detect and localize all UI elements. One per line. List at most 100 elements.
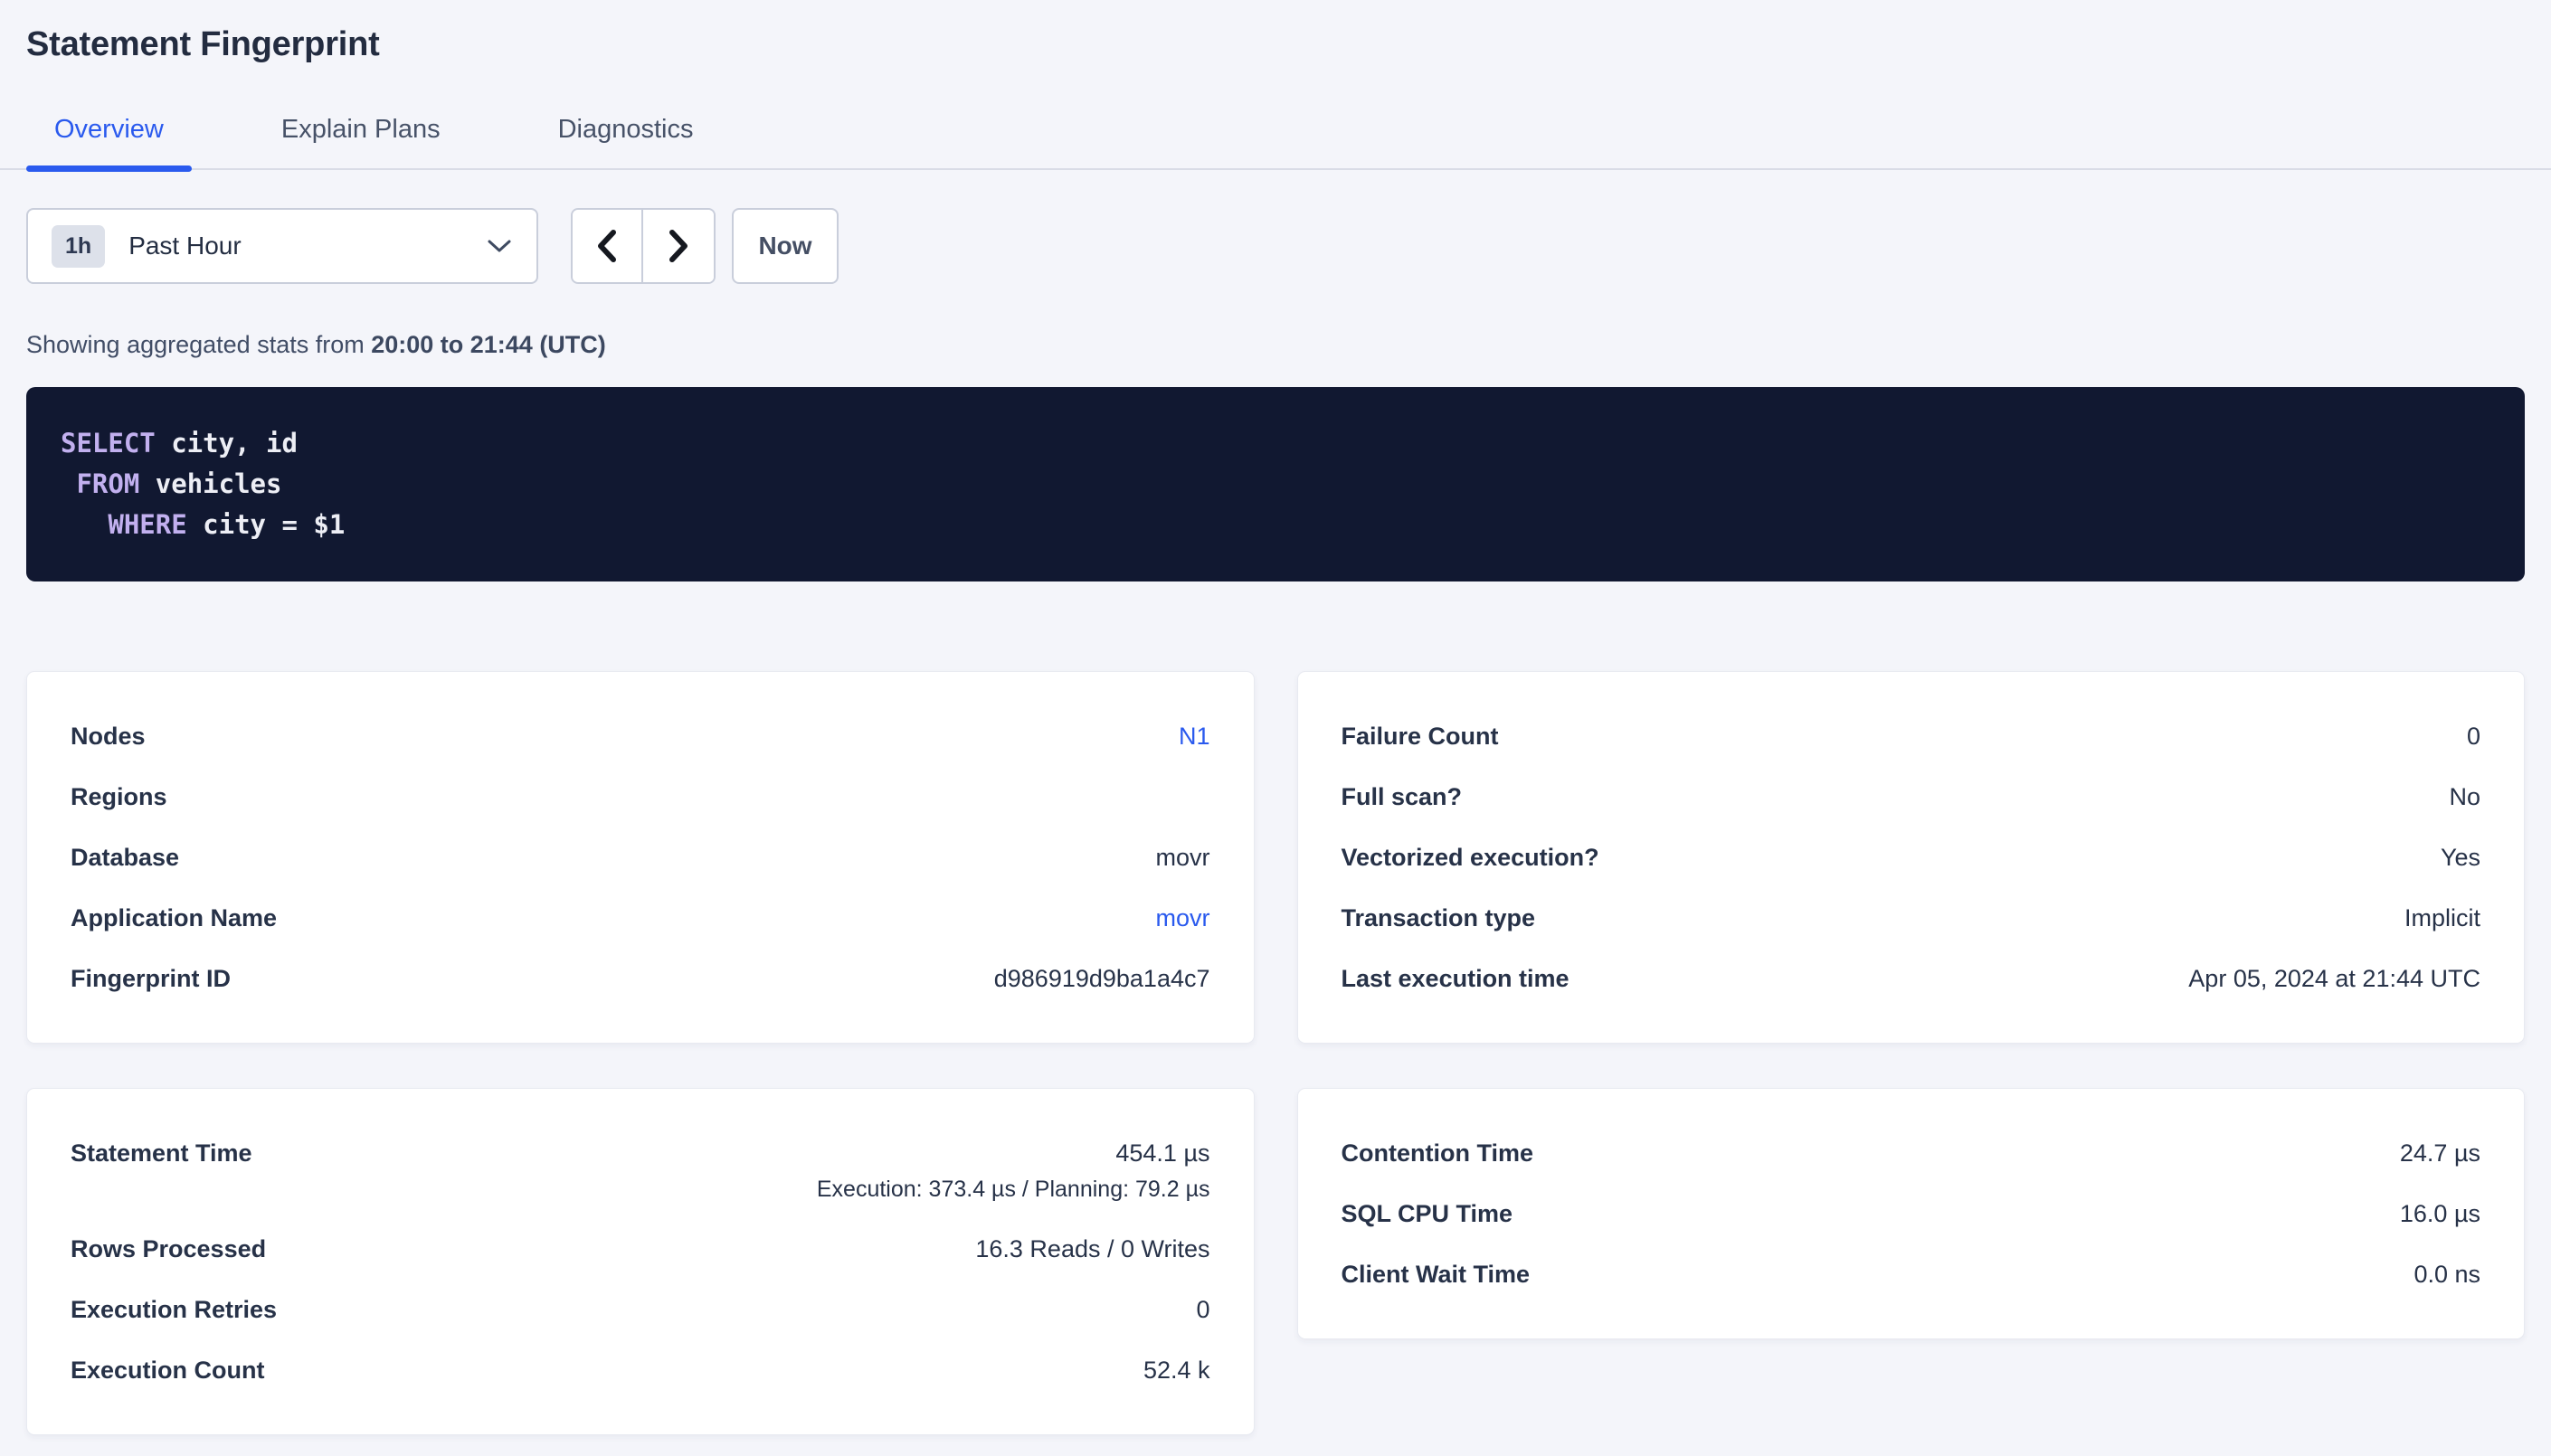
last-execution-time-label: Last execution time <box>1342 963 1606 994</box>
database-value-cell: movr <box>1156 842 1210 873</box>
row-last-execution-time: Last execution time Apr 05, 2024 at 21:44… <box>1342 963 2481 994</box>
row-transaction-type: Transaction type Implicit <box>1342 903 2481 933</box>
failure-count-value: 0 <box>2467 723 2480 750</box>
row-sql-cpu-time: SQL CPU Time 16.0 µs <box>1342 1198 2481 1229</box>
row-rows-processed: Rows Processed16.3 Reads / 0 Writes <box>71 1234 1210 1264</box>
sql-text <box>61 468 76 499</box>
time-interval-arrows <box>571 208 716 284</box>
time-range-label: Past Hour <box>128 232 486 260</box>
transaction-type-value: Implicit <box>2404 904 2480 931</box>
nodes-value-link[interactable]: N1 <box>1179 723 1210 750</box>
sql-keyword: FROM <box>76 468 139 499</box>
statement-details-card: NodesN1RegionsDatabasemovrApplication Na… <box>26 671 1255 1044</box>
previous-time-interval-button[interactable] <box>573 210 643 282</box>
client-wait-time-value-cell: 0.0 ns <box>2413 1259 2480 1290</box>
wait-times-card: Contention Time 24.7 µs SQL CPU Time 16.0 µ… <box>1297 1088 2526 1339</box>
vectorized-execution-value-cell: Yes <box>2441 842 2480 873</box>
row-regions: Regions <box>71 781 1210 812</box>
fingerprint-id-value: d986919d9ba1a4c7 <box>994 965 1210 992</box>
application-name-label: Application Name <box>71 903 313 933</box>
sql-text <box>61 509 108 540</box>
aggregated-stats-prefix: Showing aggregated stats from <box>26 331 371 358</box>
time-range-badge: 1h <box>52 225 105 268</box>
regions-label: Regions <box>71 781 204 812</box>
client-wait-time-label: Client Wait Time <box>1342 1259 1567 1290</box>
last-execution-time-value: Apr 05, 2024 at 21:44 UTC <box>2188 965 2480 992</box>
row-failure-count: Failure Count 0 <box>1342 721 2481 752</box>
row-nodes: Nodes N1 <box>71 721 1210 752</box>
row-vectorized-execution: Vectorized execution? Yes <box>1342 842 2481 873</box>
execution-retries-value-cell: 0 <box>1196 1294 1209 1325</box>
page-title: Statement Fingerprint <box>26 0 2525 65</box>
row-client-wait-time: Client Wait Time 0.0 ns <box>1342 1259 2481 1290</box>
contention-time-value-cell: 24.7 µs <box>2400 1138 2480 1168</box>
summary-cards-grid: NodesN1RegionsDatabasemovrApplication Na… <box>26 671 2525 1435</box>
sql-keyword: SELECT <box>61 428 156 459</box>
fingerprint-id-label: Fingerprint ID <box>71 963 267 994</box>
statement-times-card: Statement Time 454.1 µs Execution: 373.4 µ… <box>26 1088 1255 1435</box>
statement-time-label: Statement Time <box>71 1138 289 1168</box>
statement-time-value-cell: 454.1 µs Execution: 373.4 µs / Planning: … <box>817 1138 1210 1204</box>
now-button[interactable]: Now <box>732 208 839 284</box>
database-value: movr <box>1156 844 1210 871</box>
contention-time-label: Contention Time <box>1342 1138 1570 1168</box>
row-statement-time: Statement Time 454.1 µs Execution: 373.4 µ… <box>71 1138 1210 1204</box>
chevron-left-icon <box>596 228 618 264</box>
chevron-right-icon <box>668 228 689 264</box>
execution-attributes-card: Failure Count 0 Full scan? No Vectorized exe… <box>1297 671 2526 1044</box>
statement-time-value: 454.1 µs <box>1115 1139 1209 1167</box>
transaction-type-label: Transaction type <box>1342 903 1572 933</box>
vectorized-execution-label: Vectorized execution? <box>1342 842 1636 873</box>
database-label: Database <box>71 842 215 873</box>
time-range-dropdown[interactable]: 1h Past Hour <box>26 208 538 284</box>
next-time-interval-button[interactable] <box>643 210 714 282</box>
aggregated-stats-line: Showing aggregated stats from 20:00 to 2… <box>26 329 2525 360</box>
full-scan-value: No <box>2449 783 2480 810</box>
nodes-value-cell: N1 <box>1179 721 1210 752</box>
sql-cpu-time-label: SQL CPU Time <box>1342 1198 1550 1229</box>
rows-processed-value-cell: 16.3 Reads / 0 Writes <box>975 1234 1209 1264</box>
client-wait-time-value: 0.0 ns <box>2413 1261 2480 1288</box>
fingerprint-id-value-cell: d986919d9ba1a4c7 <box>994 963 1210 994</box>
nodes-label: Nodes <box>71 721 182 752</box>
tab-diagnostics[interactable]: Diagnostics <box>530 114 722 168</box>
execution-count-value: 52.4 k <box>1143 1357 1210 1384</box>
sql-statement-box: SELECT city, id FROM vehicles WHERE city… <box>26 387 2525 581</box>
sql-cpu-time-value-cell: 16.0 µs <box>2400 1198 2480 1229</box>
statement-time-breakdown: Execution: 373.4 µs / Planning: 79.2 µs <box>817 1176 1210 1204</box>
row-application-name: Application Name movr <box>71 903 1210 933</box>
application-name-value-link[interactable]: movr <box>1156 904 1210 931</box>
sql-cpu-time-value: 16.0 µs <box>2400 1200 2480 1227</box>
execution-count-value-cell: 52.4 k <box>1143 1355 1210 1385</box>
rows-processed-value: 16.3 Reads / 0 Writes <box>975 1235 1209 1262</box>
chevron-down-icon <box>486 238 513 254</box>
sql-keyword: WHERE <box>108 509 186 540</box>
failure-count-value-cell: 0 <box>2467 721 2480 752</box>
tab-overview[interactable]: Overview <box>26 114 192 168</box>
execution-retries-value: 0 <box>1196 1296 1209 1323</box>
vectorized-execution-value: Yes <box>2441 844 2480 871</box>
last-execution-time-value-cell: Apr 05, 2024 at 21:44 UTC <box>2188 963 2480 994</box>
row-contention-time: Contention Time 24.7 µs <box>1342 1138 2481 1168</box>
sql-line: WHERE city = $1 <box>61 505 2490 545</box>
contention-time-value: 24.7 µs <box>2400 1139 2480 1167</box>
sql-text: vehicles <box>139 468 281 499</box>
tab-explain-plans[interactable]: Explain Plans <box>253 114 469 168</box>
time-controls: 1h Past Hour Now <box>26 208 2525 284</box>
sql-line: SELECT city, id <box>61 423 2490 464</box>
row-fingerprint-id: Fingerprint ID d986919d9ba1a4c7 <box>71 963 1210 994</box>
row-execution-retries: Execution Retries0 <box>71 1294 1210 1325</box>
sql-text: city, id <box>156 428 298 459</box>
row-database: Database movr <box>71 842 1210 873</box>
sql-text: city = $1 <box>187 509 346 540</box>
failure-count-label: Failure Count <box>1342 721 1535 752</box>
row-full-scan: Full scan? No <box>1342 781 2481 812</box>
execution-count-label: Execution Count <box>71 1355 301 1385</box>
application-name-value-cell: movr <box>1156 903 1210 933</box>
transaction-type-value-cell: Implicit <box>2404 903 2480 933</box>
full-scan-label: Full scan? <box>1342 781 1499 812</box>
row-execution-count: Execution Count 52.4 k <box>71 1355 1210 1385</box>
sql-line: FROM vehicles <box>61 464 2490 505</box>
tab-bar: Overview Explain Plans Diagnostics <box>0 114 2551 170</box>
statement-fingerprint-page: Statement Fingerprint Overview Explain Pl… <box>0 0 2551 1435</box>
